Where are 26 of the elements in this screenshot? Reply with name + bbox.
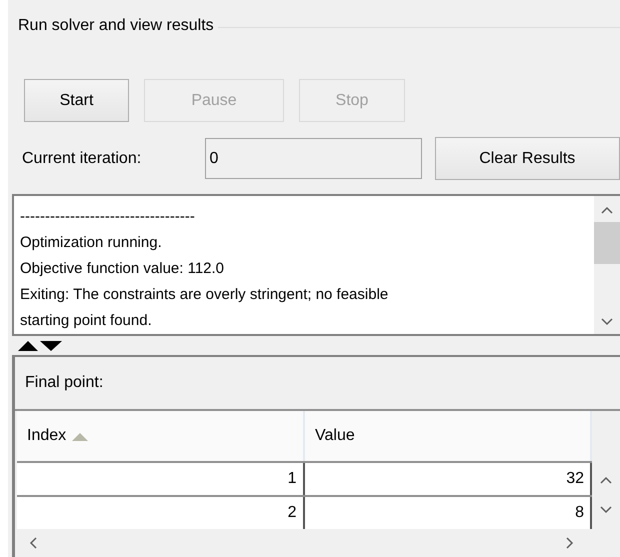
scroll-down-icon[interactable] (601, 318, 613, 326)
log-line: Objective function value: 112.0 (20, 259, 226, 280)
scroll-right-icon[interactable] (566, 537, 574, 549)
table-cell: 2 (17, 497, 304, 529)
group-title: Run solver and view results (18, 17, 215, 36)
vertical-scrollbar[interactable] (594, 196, 620, 334)
clear-results-button[interactable]: Clear Results (434, 137, 620, 180)
column-header[interactable]: Index (17, 411, 305, 461)
column-label: Index (27, 427, 66, 445)
log-line: Exiting: The constraints are overly stringent; no feasible (20, 285, 390, 306)
iteration-label: Current iteration: (22, 150, 142, 168)
scroll-down-icon[interactable] (600, 506, 612, 514)
table-cell: 8 (304, 497, 592, 529)
scroll-left-icon[interactable] (29, 537, 37, 549)
iteration-field[interactable]: 0 (204, 138, 422, 180)
solver-button[interactable]: Start (24, 79, 129, 122)
log-line: starting point found. (20, 311, 153, 332)
column-header[interactable]: Value (305, 411, 592, 461)
log-line: Optimization running. (20, 233, 163, 254)
scroll-up-icon[interactable] (600, 476, 612, 484)
splitter-arrows-icon[interactable] (18, 340, 62, 351)
scroll-thumb[interactable] (594, 222, 620, 264)
log-line: ----------------------------------- (20, 207, 196, 228)
final-point-title: Final point: (25, 374, 104, 392)
scroll-up-icon[interactable] (601, 206, 613, 214)
column-label: Value (315, 427, 355, 445)
